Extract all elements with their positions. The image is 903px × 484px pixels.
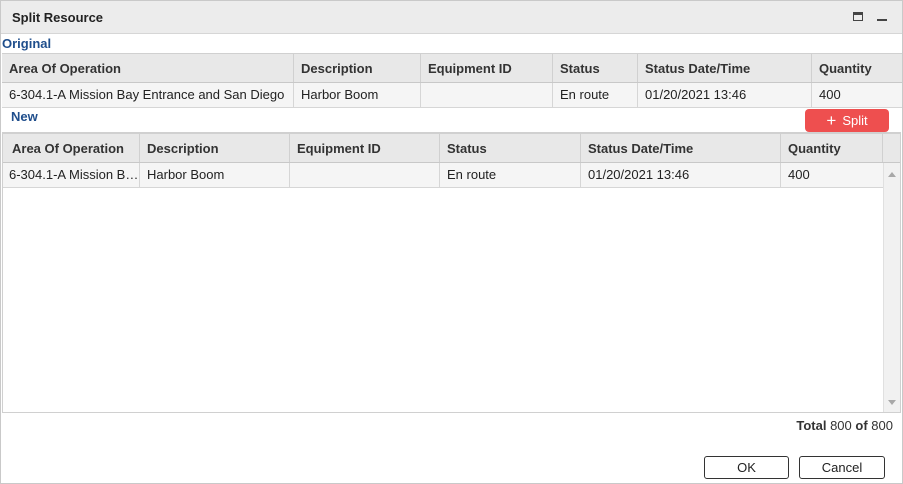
vertical-scrollbar[interactable] xyxy=(883,163,900,412)
original-cell-equipment-id xyxy=(421,83,553,107)
split-resource-dialog: Split Resource Original Area Of Operatio… xyxy=(0,0,903,484)
total-label: Total xyxy=(796,418,827,433)
new-col-status-datetime[interactable]: Status Date/Time xyxy=(581,134,781,162)
new-grid-header: Area Of Operation Description Equipment … xyxy=(3,133,900,163)
dialog-titlebar: Split Resource xyxy=(1,1,902,34)
total-max: 800 xyxy=(871,418,893,433)
original-cell-status-datetime: 01/20/2021 13:46 xyxy=(638,83,812,107)
minimize-icon[interactable] xyxy=(877,19,887,21)
original-cell-quantity: 400 xyxy=(819,87,841,102)
new-cell-equipment-id[interactable] xyxy=(290,163,440,187)
original-col-quantity[interactable]: Quantity xyxy=(812,54,902,82)
new-col-description[interactable]: Description xyxy=(140,134,290,162)
cancel-button[interactable]: Cancel xyxy=(799,456,885,479)
new-section-label: New xyxy=(11,109,38,124)
original-section-label: Original xyxy=(2,36,52,51)
split-button[interactable]: + Split xyxy=(805,109,889,132)
new-cell-status[interactable]: En route xyxy=(440,163,581,187)
new-cell-quantity[interactable]: 400 xyxy=(781,163,883,187)
new-cell-area[interactable]: 6-304.1-A Mission Bay Entrance and San D… xyxy=(3,163,140,187)
original-table-row[interactable]: 6-304.1-A Mission Bay Entrance and San D… xyxy=(2,83,902,108)
plus-icon: + xyxy=(826,111,837,130)
split-button-label: Split xyxy=(842,113,868,128)
new-cell-description[interactable]: Harbor Boom xyxy=(140,163,290,187)
new-grid: Area Of Operation Description Equipment … xyxy=(2,132,901,413)
original-cell-description: Harbor Boom xyxy=(294,83,421,107)
new-col-status[interactable]: Status xyxy=(440,134,581,162)
total-value: 800 xyxy=(830,418,852,433)
original-col-description[interactable]: Description xyxy=(294,54,421,82)
original-grid-header: Area Of Operation Description Equipment … xyxy=(2,53,902,83)
total-of-label: of xyxy=(855,418,868,433)
new-cell-status-datetime[interactable]: 01/20/2021 13:46 xyxy=(581,163,781,187)
ok-button[interactable]: OK xyxy=(704,456,789,479)
new-col-quantity[interactable]: Quantity xyxy=(781,134,883,162)
original-col-status[interactable]: Status xyxy=(553,54,638,82)
new-col-equipment-id[interactable]: Equipment ID xyxy=(290,134,440,162)
scroll-up-icon[interactable] xyxy=(888,172,896,177)
original-col-equipment-id[interactable]: Equipment ID xyxy=(421,54,553,82)
header-spacer xyxy=(883,134,900,162)
original-cell-status: En route xyxy=(553,83,638,107)
original-cell-area: 6-304.1-A Mission Bay Entrance and San D… xyxy=(2,83,294,107)
new-table-row[interactable]: 6-304.1-A Mission Bay Entrance and San D… xyxy=(3,163,883,188)
original-col-area-of-operation[interactable]: Area Of Operation xyxy=(2,54,294,82)
total-summary: Total 800 of 800 xyxy=(796,418,893,433)
original-col-status-datetime[interactable]: Status Date/Time xyxy=(638,54,812,82)
dialog-title: Split Resource xyxy=(12,10,104,25)
maximize-icon[interactable] xyxy=(853,12,863,21)
new-col-area-of-operation[interactable]: Area Of Operation xyxy=(3,134,140,162)
scroll-down-icon[interactable] xyxy=(888,400,896,405)
